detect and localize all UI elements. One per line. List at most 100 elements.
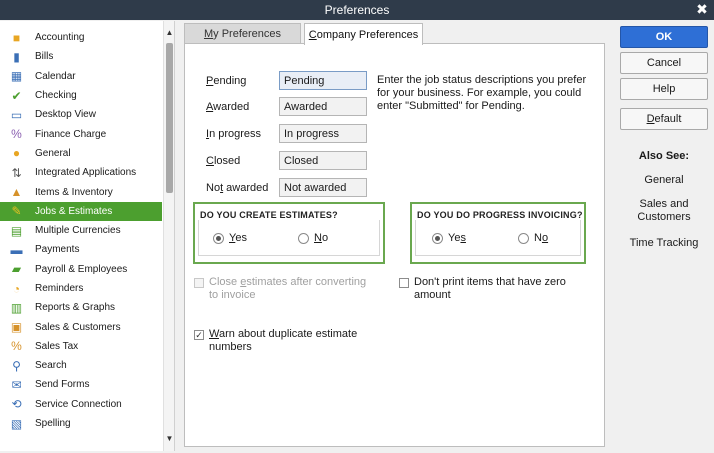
search-icon: ⚲: [12, 358, 21, 373]
sidebar-item-label: General: [35, 147, 71, 159]
sidebar-item-label: Multiple Currencies: [35, 225, 121, 237]
category-scrollbar[interactable]: ▲ ▼: [163, 21, 174, 451]
sidebar-item-general[interactable]: ● General: [0, 144, 162, 163]
sidebar-item-label: Checking: [35, 90, 77, 102]
pending-label: Pending: [206, 75, 247, 87]
dont-print-zero-checkbox[interactable]: Don't print items that have zero amount: [399, 276, 579, 302]
also-see-time-tracking-link[interactable]: Time Tracking: [615, 237, 713, 250]
default-button[interactable]: Default: [620, 108, 708, 130]
sidebar-item-payroll-employees[interactable]: ▰ Payroll & Employees: [0, 260, 162, 279]
ok-button[interactable]: OK: [620, 26, 708, 48]
payments-icon: ▬: [10, 242, 23, 257]
checkbox-unchecked-icon: [399, 278, 409, 288]
sidebar-item-label: Reminders: [35, 283, 84, 294]
estimates-yes-radio[interactable]: Yes: [213, 232, 247, 244]
sidebar-item-sales-tax[interactable]: % Sales Tax: [0, 337, 162, 356]
sidebar-item-finance-charge[interactable]: % Finance Charge: [0, 124, 162, 143]
create-estimates-title: DO YOU CREATE ESTIMATES?: [200, 210, 338, 220]
sidebar-item-label: Spelling: [35, 418, 71, 430]
radio-selected-icon: [213, 232, 224, 244]
send-forms-icon: ✉: [11, 377, 22, 392]
sales-tax-icon: %: [11, 339, 22, 354]
not-awarded-field[interactable]: [279, 178, 367, 197]
help-button[interactable]: Help: [620, 78, 708, 100]
radio-unselected-icon: [298, 232, 309, 244]
sidebar-item-label: Jobs & Estimates: [35, 205, 113, 217]
general-icon: ●: [12, 146, 21, 161]
jobs-estimates-icon: ✎: [11, 204, 22, 219]
sidebar-item-reports-graphs[interactable]: ▥ Reports & Graphs: [0, 298, 162, 317]
awarded-label: Awarded: [206, 101, 250, 113]
reminders-icon: ◔: [12, 281, 21, 296]
sidebar-item-multiple-currencies[interactable]: ▤ Multiple Currencies: [0, 221, 162, 240]
pending-field[interactable]: [279, 71, 367, 90]
sidebar-item-label: Payments: [35, 244, 80, 256]
sidebar-item-label: Items & Inventory: [35, 186, 113, 198]
scroll-down-icon[interactable]: ▼: [164, 433, 175, 445]
sidebar-item-label: Sales Tax: [35, 340, 79, 352]
warn-duplicate-estimate-checkbox[interactable]: ✓ Warn about duplicate estimate numbers: [194, 328, 369, 354]
sales-customers-icon: ▣: [10, 320, 23, 335]
also-see-general-link[interactable]: General: [615, 174, 713, 187]
sidebar-item-label: Desktop View: [35, 109, 96, 121]
sidebar-item-integrated-applications[interactable]: ⇅ Integrated Applications: [0, 163, 162, 182]
sidebar-item-checking[interactable]: ✔ Checking: [0, 86, 162, 105]
sidebar-item-reminders[interactable]: ◔ Reminders: [0, 279, 162, 298]
progress-invoicing-group: DO YOU DO PROGRESS INVOICING? Yes No: [410, 202, 586, 264]
cancel-button[interactable]: Cancel: [620, 52, 708, 74]
sidebar-item-desktop-view[interactable]: ▭ Desktop View: [0, 105, 162, 124]
sidebar-item-spelling[interactable]: ▧ Spelling: [0, 414, 162, 433]
scroll-thumb[interactable]: [166, 43, 173, 193]
checking-icon: ✔: [11, 88, 22, 103]
sidebar-item-label: Finance Charge: [35, 128, 107, 140]
accounting-icon: ■: [12, 30, 21, 45]
not-awarded-label: Not awarded: [206, 182, 269, 194]
sidebar-item-label: Integrated Applications: [35, 167, 137, 179]
sidebar-item-accounting[interactable]: ■ Accounting: [0, 28, 162, 47]
sidebar-item-send-forms[interactable]: ✉ Send Forms: [0, 375, 162, 394]
also-see-sales-customers-link[interactable]: Sales and Customers: [615, 198, 713, 224]
sidebar-item-service-connection[interactable]: ⟲ Service Connection: [0, 395, 162, 414]
sidebar-item-label: Search: [35, 360, 67, 372]
bills-icon: ▮: [13, 49, 20, 64]
sidebar-item-label: Accounting: [35, 32, 85, 44]
sidebar-item-payments[interactable]: ▬ Payments: [0, 240, 162, 259]
multiple-currencies-icon: ▤: [10, 223, 23, 238]
sidebar-item-label: Reports & Graphs: [35, 302, 116, 314]
sidebar-item-label: Payroll & Employees: [35, 263, 128, 275]
sidebar-item-bills[interactable]: ▮ Bills: [0, 47, 162, 66]
closed-label: Closed: [206, 155, 241, 167]
tab-my-preferences[interactable]: My Preferences: [184, 23, 301, 44]
job-status-info-text: Enter the job status descriptions you pr…: [377, 74, 587, 112]
sidebar-item-label: Service Connection: [35, 398, 122, 410]
payroll-employees-icon: ▰: [11, 262, 22, 277]
checkbox-checked-icon: ✓: [194, 330, 204, 340]
scroll-up-icon[interactable]: ▲: [164, 27, 175, 39]
calendar-icon: ▦: [10, 69, 23, 84]
preference-category-list: ■ Accounting ▮ Bills ▦ Calendar ✔ Checking ▭ Desk…: [0, 21, 175, 451]
title-bar: Preferences ✖: [0, 0, 714, 20]
progress-no-radio[interactable]: No: [518, 232, 548, 244]
sidebar-item-label: Calendar: [35, 70, 76, 82]
estimates-no-radio[interactable]: No: [298, 232, 328, 244]
finance-charge-icon: %: [11, 127, 22, 142]
category-list: ■ Accounting ▮ Bills ▦ Calendar ✔ Checking ▭ Desk…: [0, 28, 162, 433]
items-inventory-icon: ▲: [10, 185, 23, 200]
close-estimates-checkbox[interactable]: Close estimates after converting to invo…: [194, 276, 374, 302]
create-estimates-group: DO YOU CREATE ESTIMATES? Yes No: [193, 202, 385, 264]
sidebar-item-calendar[interactable]: ▦ Calendar: [0, 67, 162, 86]
progress-yes-radio[interactable]: Yes: [432, 232, 466, 244]
sidebar-item-items-inventory[interactable]: ▲ Items & Inventory: [0, 182, 162, 201]
checkbox-unchecked-icon: [194, 278, 204, 288]
sidebar-item-sales-customers[interactable]: ▣ Sales & Customers: [0, 317, 162, 336]
sidebar-item-search[interactable]: ⚲ Search: [0, 356, 162, 375]
awarded-field[interactable]: [279, 97, 367, 116]
closed-field[interactable]: [279, 151, 367, 170]
window-title: Preferences: [324, 3, 390, 17]
close-icon[interactable]: ✖: [694, 1, 710, 17]
company-preferences-panel: Pending Awarded In progress Closed Not a…: [184, 43, 605, 447]
in-progress-field[interactable]: [279, 124, 367, 143]
tab-company-preferences[interactable]: Company Preferences: [304, 23, 423, 45]
sidebar-item-jobs-estimates[interactable]: ✎ Jobs & Estimates: [0, 201, 162, 221]
service-connection-icon: ⟲: [11, 397, 22, 412]
